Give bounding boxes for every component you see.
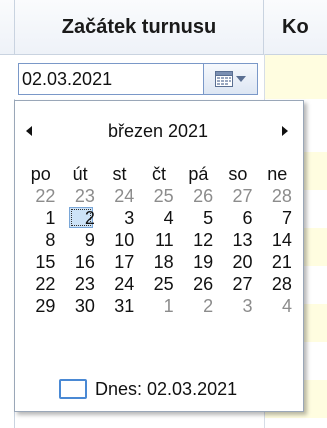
column-header-next[interactable]: Ko bbox=[264, 0, 327, 54]
weekday-header: čt bbox=[151, 164, 166, 184]
day-cell[interactable]: 29 bbox=[21, 295, 60, 317]
day-cell[interactable]: 25 bbox=[139, 185, 178, 207]
day-cell[interactable]: 10 bbox=[100, 229, 139, 251]
day-cell[interactable]: 26 bbox=[179, 185, 218, 207]
selected-day-cell[interactable]: 2 bbox=[60, 207, 99, 229]
grid-header-row: Začátek turnusu Ko bbox=[0, 0, 327, 55]
chevron-down-icon bbox=[236, 76, 246, 82]
day-cell[interactable]: 5 bbox=[179, 207, 218, 229]
day-cell[interactable]: 18 bbox=[139, 251, 178, 273]
chevron-left-icon bbox=[26, 126, 32, 136]
day-cell[interactable]: 20 bbox=[218, 251, 257, 273]
day-cell[interactable]: 1 bbox=[21, 207, 60, 229]
chevron-right-icon bbox=[282, 126, 288, 136]
day-cell[interactable]: 28 bbox=[258, 185, 297, 207]
day-cell[interactable]: 11 bbox=[139, 229, 178, 251]
day-cell[interactable]: 23 bbox=[60, 185, 99, 207]
day-cell[interactable]: 23 bbox=[60, 273, 99, 295]
column-header-start[interactable]: Začátek turnusu bbox=[14, 0, 264, 54]
day-cell[interactable]: 30 bbox=[60, 295, 99, 317]
day-cell[interactable]: 17 bbox=[100, 251, 139, 273]
day-cell[interactable]: 4 bbox=[139, 207, 178, 229]
day-cell[interactable]: 4 bbox=[258, 295, 297, 317]
date-editor bbox=[14, 55, 264, 99]
day-cell[interactable]: 8 bbox=[21, 229, 60, 251]
day-cell[interactable]: 6 bbox=[218, 207, 257, 229]
day-cell[interactable]: 16 bbox=[60, 251, 99, 273]
day-cell[interactable]: 3 bbox=[100, 207, 139, 229]
day-cell[interactable]: 12 bbox=[179, 229, 218, 251]
day-cell[interactable]: 3 bbox=[218, 295, 257, 317]
day-cell[interactable]: 28 bbox=[258, 273, 297, 295]
day-cell[interactable]: 26 bbox=[179, 273, 218, 295]
weekday-header: ne bbox=[267, 164, 288, 184]
weekday-header: út bbox=[72, 164, 88, 184]
grid-cell[interactable] bbox=[265, 55, 327, 99]
day-cell[interactable]: 7 bbox=[258, 207, 297, 229]
day-cell[interactable]: 21 bbox=[258, 251, 297, 273]
today-label: Dnes: 02.03.2021 bbox=[95, 378, 238, 399]
day-cell[interactable]: 19 bbox=[179, 251, 218, 273]
calendar-grid: po út st čt pá so ne 22 23 24 25 26 27 28 1 2 3 4 5 6 7 8 9 10 1… bbox=[21, 163, 297, 317]
day-cell[interactable]: 15 bbox=[21, 251, 60, 273]
day-cell[interactable]: 1 bbox=[139, 295, 178, 317]
day-cell[interactable]: 31 bbox=[100, 295, 139, 317]
month-title: březen 2021 bbox=[107, 121, 209, 141]
calendar-dropdown-button[interactable] bbox=[204, 63, 258, 95]
day-cell[interactable]: 24 bbox=[100, 185, 139, 207]
day-cell[interactable]: 2 bbox=[179, 295, 218, 317]
previous-month-button[interactable] bbox=[19, 119, 39, 143]
day-cell[interactable]: 22 bbox=[21, 185, 60, 207]
day-cell[interactable]: 14 bbox=[258, 229, 297, 251]
day-cell[interactable]: 9 bbox=[60, 229, 99, 251]
today-marker-icon bbox=[59, 379, 87, 399]
next-month-button[interactable] bbox=[275, 119, 295, 143]
weekday-header: po bbox=[30, 164, 51, 184]
day-cell[interactable]: 27 bbox=[218, 273, 257, 295]
calendar-icon bbox=[215, 71, 233, 87]
day-cell[interactable]: 27 bbox=[218, 185, 257, 207]
calendar-popup: březen 2021 po út st čt pá so ne 22 23 24 25 26 27 28… bbox=[14, 100, 304, 412]
weekday-header: so bbox=[228, 164, 248, 184]
weekday-header: pá bbox=[188, 164, 209, 184]
today-button[interactable]: Dnes: 02.03.2021 bbox=[59, 377, 237, 401]
date-input[interactable] bbox=[18, 63, 204, 95]
day-cell[interactable]: 24 bbox=[100, 273, 139, 295]
day-cell[interactable]: 25 bbox=[139, 273, 178, 295]
weekday-header: st bbox=[112, 164, 127, 184]
day-cell[interactable]: 22 bbox=[21, 273, 60, 295]
day-cell[interactable]: 13 bbox=[218, 229, 257, 251]
